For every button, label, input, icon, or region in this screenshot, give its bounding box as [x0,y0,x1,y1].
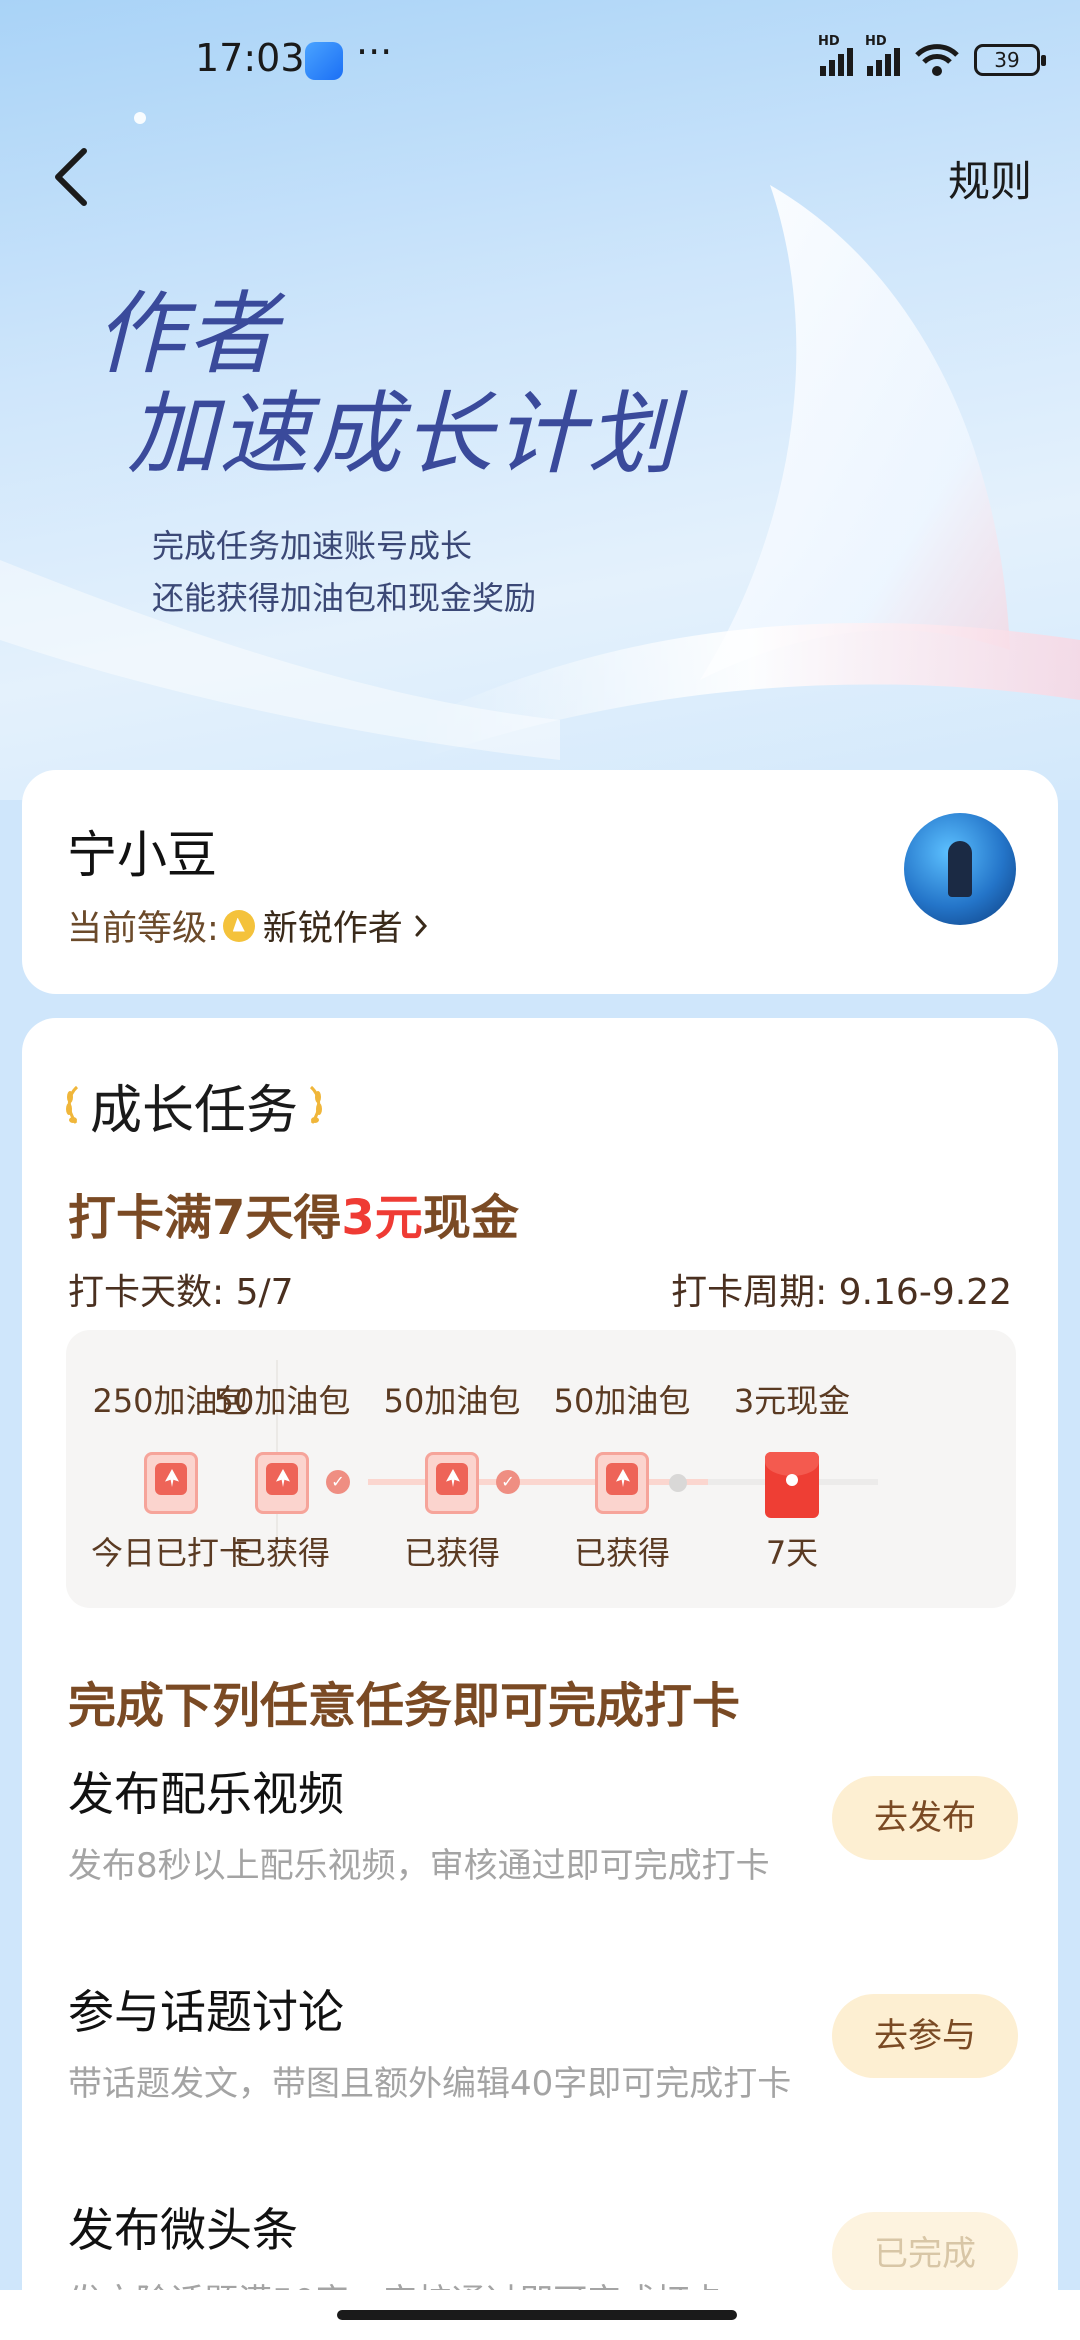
check-dot-icon: ✓ [496,1470,520,1494]
more-notifications-icon: ··· [356,30,393,74]
step-status: 已获得 [573,1534,670,1572]
laurel-left-icon [66,1085,79,1124]
fuel-pack-icon [144,1452,198,1514]
step-reward: 50加油包 [553,1382,691,1420]
hero-subtitle-line2: 还能获得加油包和现金奖励 [152,579,537,617]
avatar[interactable] [904,813,1016,925]
fuel-pack-icon [255,1452,309,1514]
fuel-pack-icon [425,1452,479,1514]
hero-subtitle: 完成任务加速账号成长 还能获得加油包和现金奖励 [152,520,536,624]
hero-banner: 17:03 ··· HD HD 39 规则 作者 加速成长计划 完成任务加速账号… [0,0,1080,800]
checkin-track: ✓ ✓ 250加油包 今日已打卡 50加油包 已获得 50加油包 已获得 50加… [66,1330,1016,1608]
app-notification-icon [305,42,343,80]
back-arrow-icon[interactable] [48,145,98,209]
task-item: 参与话题讨论 带话题发文，带图且额外编辑40字即可完成打卡 去参与 [68,1976,1018,2112]
publish-button[interactable]: 去发布 [832,1776,1018,1860]
promo-prefix: 打卡满7天得 [68,1190,342,1246]
promo-suffix: 现金 [422,1190,519,1246]
user-name: 宁小豆 [67,826,217,884]
hero-subtitle-line1: 完成任务加速账号成长 [152,527,473,565]
hero-title: 作者 加速成长计划 [95,285,679,485]
level-label: 当前等级: [67,909,219,949]
wifi-icon [915,44,959,76]
step-status: 7天 [765,1534,819,1572]
participate-button[interactable]: 去参与 [832,1994,1018,2078]
step-reward: 50加油包 [383,1382,521,1420]
fuel-pack-icon [595,1452,649,1514]
growth-task-card: 成长任务 打卡满7天得3元现金 打卡天数: 5/7 打卡周期: 9.16-9.2… [22,1018,1058,2340]
step-status: 已获得 [233,1534,330,1572]
hero-title-line1: 作者 [95,282,279,387]
task-item: 发布配乐视频 发布8秒以上配乐视频，审核通过即可完成打卡 去发布 [68,1758,1018,1894]
status-time: 17:03 [195,36,305,80]
level-badge-icon [222,909,255,942]
pending-dot-icon [669,1474,687,1492]
section-title: 成长任务 [90,1081,299,1141]
home-indicator[interactable] [337,2310,737,2320]
task-description: 带话题发文，带图且额外编辑40字即可完成打卡 [68,2064,792,2104]
hero-title-line2: 加速成长计划 [127,382,679,487]
rules-link[interactable]: 规则 [948,148,1032,209]
checkin-promo: 打卡满7天得3元现金 [68,1178,519,1248]
completed-button[interactable]: 已完成 [832,2212,1018,2296]
user-card: 宁小豆 当前等级: 新锐作者 [22,770,1058,994]
red-packet-icon [765,1452,819,1518]
laurel-right-icon [309,1085,323,1124]
signal-icon: HD [818,34,853,76]
section-header: 成长任务 [62,1068,326,1143]
checkin-days: 打卡天数: 5/7 [68,1272,294,1313]
step-reward: 50加油包 [213,1382,351,1420]
level-value: 新锐作者 [262,909,403,949]
status-bar: 17:03 ··· HD HD 39 [0,30,1080,86]
step-reward: 3元现金 [733,1382,851,1420]
battery-icon: 39 [974,44,1046,76]
signal-icon: HD [865,34,900,76]
status-indicators: HD HD 39 [818,34,1046,82]
step-status: 已获得 [403,1534,500,1572]
checkin-period: 打卡周期: 9.16-9.22 [671,1272,1012,1313]
chevron-right-icon [415,915,427,936]
tasks-heading: 完成下列任意任务即可完成打卡 [68,1678,741,1734]
level-row[interactable]: 当前等级: 新锐作者 [67,900,429,951]
promo-highlight: 3元 [341,1190,423,1246]
check-dot-icon: ✓ [326,1470,350,1494]
task-description: 发布8秒以上配乐视频，审核通过即可完成打卡 [68,1846,770,1886]
